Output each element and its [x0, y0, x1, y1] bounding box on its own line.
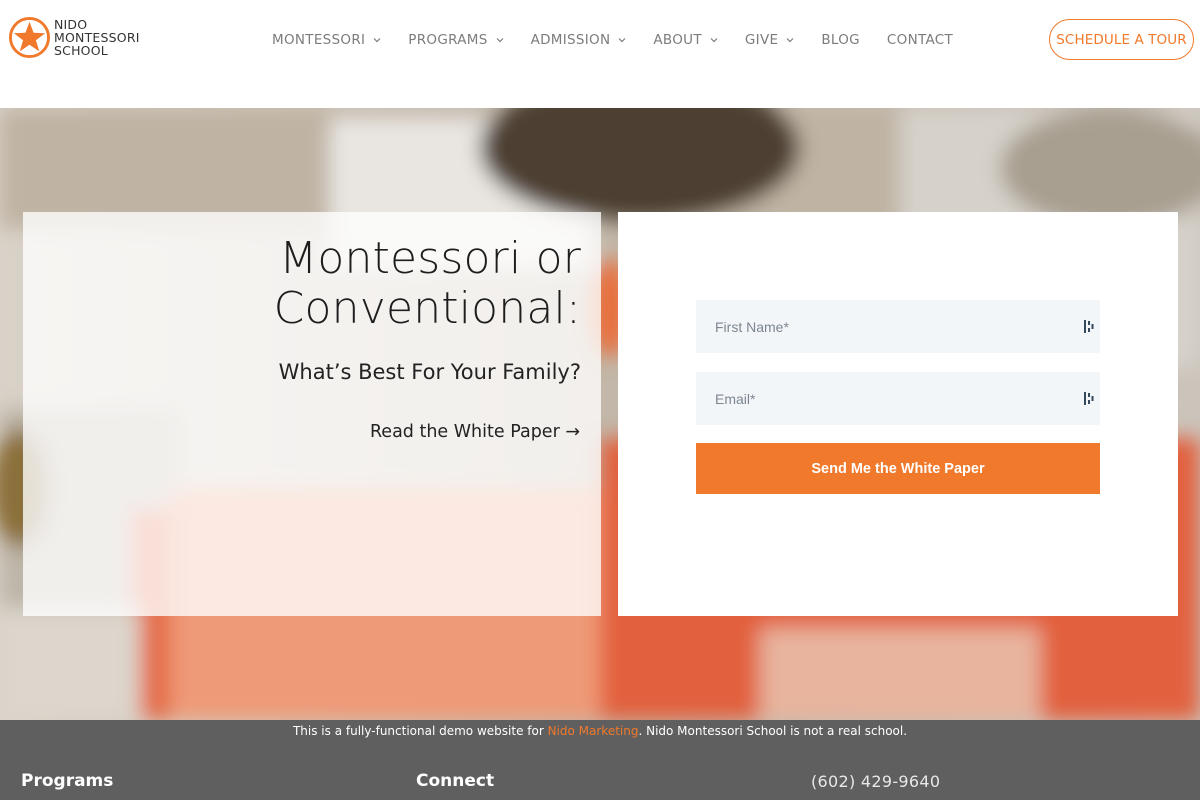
nav-item-about[interactable]: ABOUT: [653, 32, 718, 48]
logo-line-3: SCHOOL: [54, 43, 108, 58]
first-name-input[interactable]: [696, 300, 1066, 353]
nav-item-label: ABOUT: [653, 32, 702, 48]
hero-headline: Montessori or Conventional:: [274, 234, 581, 334]
nav-item-label: MONTESSORI: [272, 32, 366, 48]
nav-item-admission[interactable]: ADMISSION: [531, 32, 627, 48]
password-manager-icon[interactable]: [1084, 320, 1094, 333]
schedule-tour-button[interactable]: SCHEDULE A TOUR: [1049, 19, 1194, 60]
main-nav: MONTESSORI PROGRAMS ADMISSION ABOUT GIVE…: [272, 29, 953, 51]
demo-notice: This is a fully-functional demo website …: [0, 724, 1200, 738]
footer-programs-heading: Programs: [21, 771, 114, 791]
password-manager-icon[interactable]: [1084, 392, 1094, 405]
first-name-field: [696, 300, 1100, 353]
hero-intro-card: Montessori or Conventional: What’s Best …: [23, 212, 601, 616]
site-logo[interactable]: NIDO MONTESSORI SCHOOL: [8, 16, 140, 59]
white-paper-form: Send Me the White Paper: [618, 212, 1178, 616]
headline-line-2: Conventional:: [273, 283, 581, 334]
nav-item-label: BLOG: [821, 32, 860, 48]
nav-item-programs[interactable]: PROGRAMS: [408, 32, 504, 48]
chevron-down-icon: [786, 38, 794, 43]
demo-notice-suffix: . Nido Montessori School is not a real s…: [638, 724, 908, 738]
nav-item-label: CONTACT: [886, 32, 954, 48]
read-white-paper-link[interactable]: Read the White Paper →: [370, 422, 580, 442]
send-white-paper-button[interactable]: Send Me the White Paper: [696, 443, 1100, 494]
star-circle-icon: [8, 16, 51, 59]
email-field: [696, 372, 1100, 425]
hero-section: Montessori or Conventional: What’s Best …: [0, 108, 1200, 720]
nav-item-contact[interactable]: CONTACT: [887, 32, 953, 48]
nav-item-label: ADMISSION: [530, 32, 611, 48]
chevron-down-icon: [618, 38, 626, 43]
chevron-down-icon: [710, 38, 718, 43]
nido-marketing-link[interactable]: Nido Marketing: [548, 724, 639, 738]
chevron-down-icon: [373, 38, 381, 43]
footer-connect-heading: Connect: [416, 771, 495, 791]
nav-item-give[interactable]: GIVE: [745, 32, 794, 48]
site-header: NIDO MONTESSORI SCHOOL MONTESSORI PROGRA…: [0, 0, 1200, 108]
demo-notice-prefix: This is a fully-functional demo website …: [292, 724, 548, 738]
headline-line-1: Montessori or: [279, 233, 581, 284]
hero-subheadline: What’s Best For Your Family?: [278, 360, 581, 384]
footer-phone-link[interactable]: (602) 429-9640: [811, 772, 940, 791]
nav-item-label: GIVE: [744, 32, 779, 48]
site-footer: This is a fully-functional demo website …: [0, 720, 1200, 800]
email-input[interactable]: [696, 372, 1066, 425]
logo-wordmark: NIDO MONTESSORI SCHOOL: [54, 18, 140, 57]
nav-item-label: PROGRAMS: [408, 32, 488, 48]
nav-item-montessori[interactable]: MONTESSORI: [272, 32, 381, 48]
nav-item-blog[interactable]: BLOG: [821, 32, 860, 48]
chevron-down-icon: [496, 38, 504, 43]
